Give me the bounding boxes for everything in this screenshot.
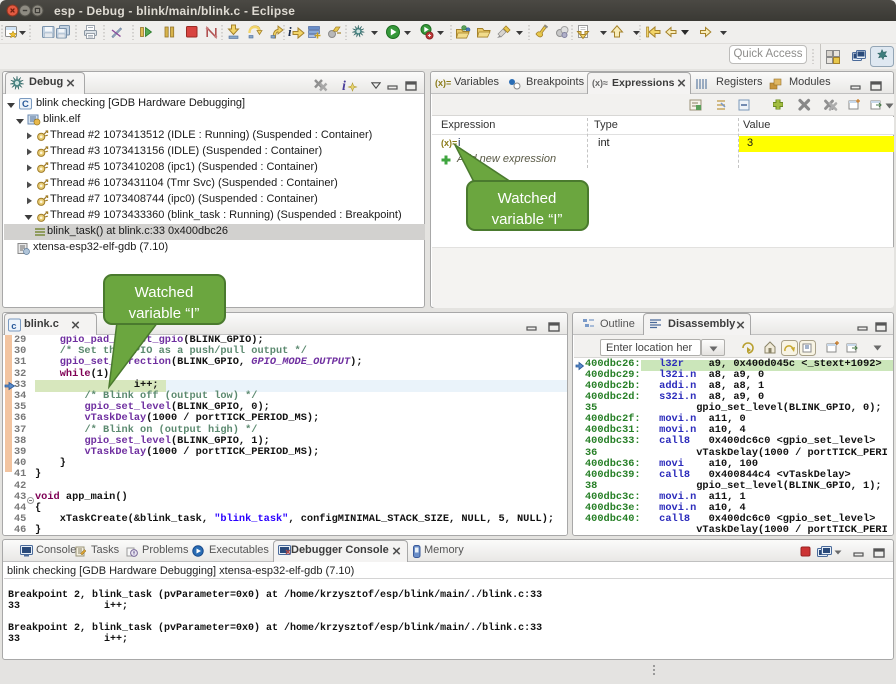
svg-text:C: C bbox=[22, 99, 29, 110]
svg-text:variable “I”: variable “I” bbox=[129, 305, 200, 322]
svg-text:i: i bbox=[288, 24, 292, 39]
svg-text:variable “I”: variable “I” bbox=[492, 211, 563, 228]
svg-text:Watched: Watched bbox=[135, 284, 194, 301]
svg-text:Watched: Watched bbox=[498, 190, 557, 207]
svg-text:c: c bbox=[11, 320, 16, 331]
svg-text:i: i bbox=[342, 79, 346, 92]
